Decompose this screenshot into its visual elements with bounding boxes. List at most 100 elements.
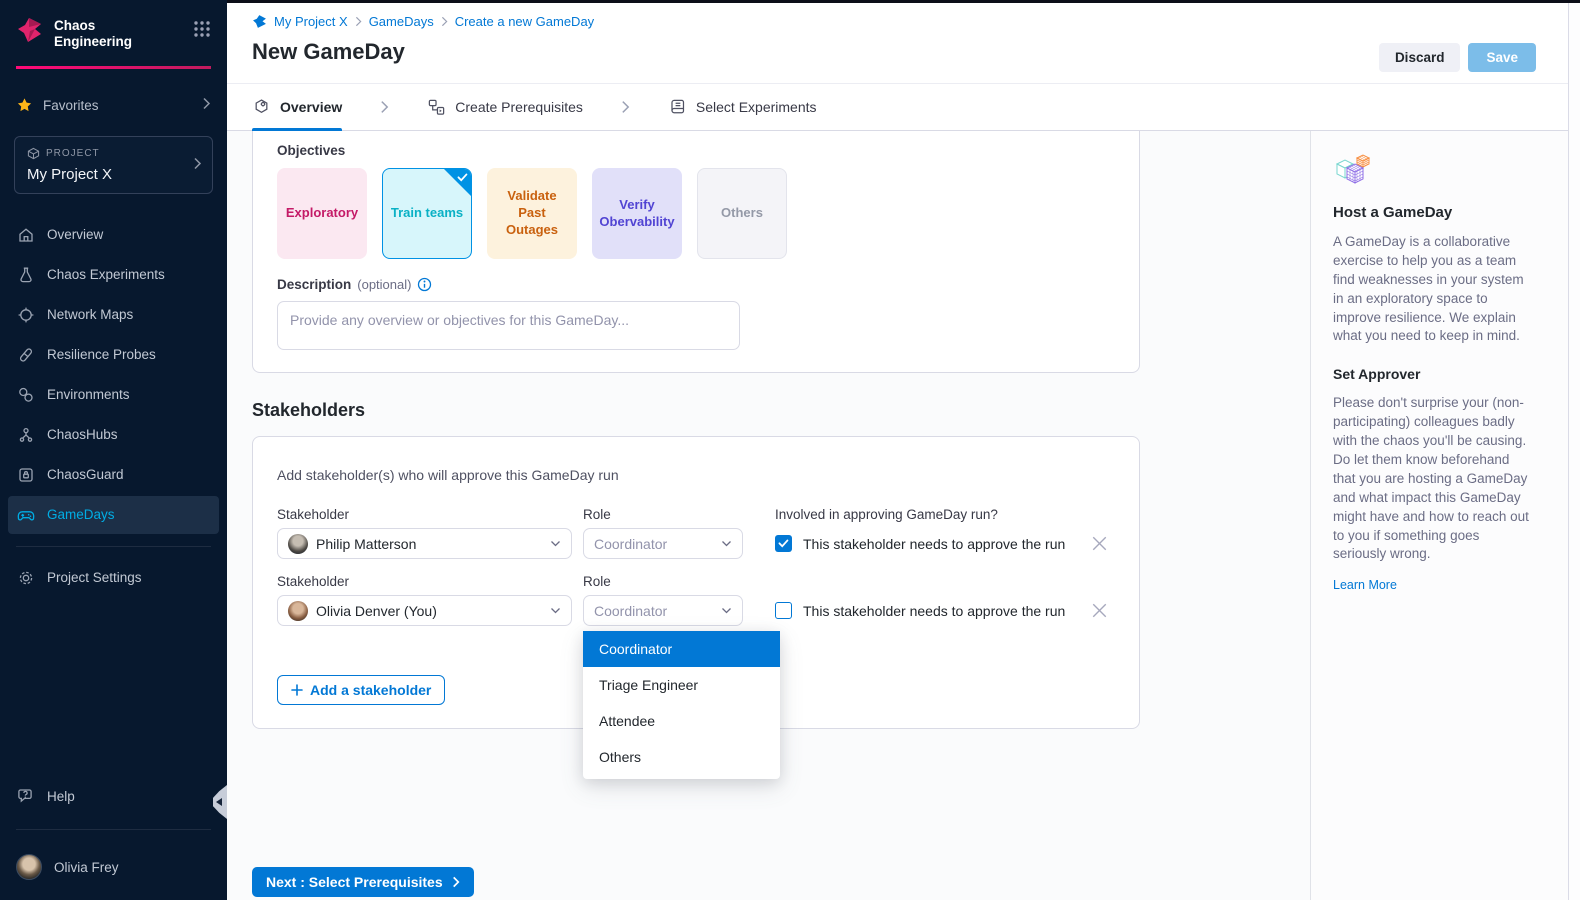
sidebar-item-gamedays[interactable]: GameDays <box>8 496 219 534</box>
help-panel: Host a GameDay A GameDay is a collaborat… <box>1310 131 1568 900</box>
sidebar-item-chaos-experiments[interactable]: Chaos Experiments <box>8 256 219 294</box>
sidebar: Chaos Engineering Favorites <box>0 0 227 900</box>
gamepad-icon <box>17 506 35 524</box>
role-dropdown-menu: Coordinator Triage Engineer Attendee Oth… <box>583 631 780 779</box>
objective-card-validate-past-outages[interactable]: Validate Past Outages <box>487 168 577 259</box>
approve-label-1: This stakeholder needs to approve the ru… <box>803 536 1065 552</box>
discard-button[interactable]: Discard <box>1379 43 1461 72</box>
save-button[interactable]: Save <box>1468 43 1536 72</box>
objective-card-exploratory[interactable]: Exploratory <box>277 168 367 259</box>
avatar <box>288 534 308 554</box>
avatar <box>288 601 308 621</box>
help-paragraph-1: A GameDay is a collaborative exercise to… <box>1333 233 1534 346</box>
next-select-prerequisites-button[interactable]: Next : Select Prerequisites <box>252 867 474 897</box>
breadcrumb-create[interactable]: Create a new GameDay <box>455 14 594 29</box>
chevron-down-icon <box>721 540 732 548</box>
description-input[interactable] <box>277 301 740 350</box>
check-icon <box>778 539 789 548</box>
overview-panel: Objectives Exploratory Train teams Valid… <box>252 131 1140 373</box>
environments-icon <box>17 386 35 404</box>
sidebar-item-project-settings[interactable]: Project Settings <box>8 559 219 597</box>
main-area: My Project X GameDays Create a new GameD… <box>227 0 1580 900</box>
sidebar-spacer <box>0 599 227 775</box>
chevron-right-icon <box>441 16 448 27</box>
chevron-right-icon <box>380 100 389 114</box>
objective-card-train-teams[interactable]: Train teams <box>382 168 472 259</box>
add-stakeholder-button[interactable]: Add a stakeholder <box>277 675 445 705</box>
project-selector[interactable]: PROJECT My Project X <box>14 136 213 194</box>
user-name: Olivia Frey <box>54 860 119 875</box>
remove-stakeholder-icon[interactable] <box>1092 603 1107 618</box>
col-role: Role <box>583 574 775 589</box>
sidebar-item-network-maps[interactable]: Network Maps <box>8 296 219 334</box>
objectives-label: Objectives <box>277 143 1115 158</box>
home-icon <box>17 226 35 244</box>
header-actions: Discard Save <box>1379 43 1536 72</box>
objective-cards: Exploratory Train teams Validate Past Ou… <box>277 168 1115 259</box>
breadcrumb-project[interactable]: My Project X <box>274 14 348 29</box>
approve-checkbox-2[interactable] <box>775 602 792 619</box>
check-icon <box>457 173 468 182</box>
col-role: Role <box>583 507 775 522</box>
lock-icon <box>17 466 35 484</box>
hub-icon <box>17 426 35 444</box>
role-option-attendee[interactable]: Attendee <box>583 703 780 739</box>
page-header: My Project X GameDays Create a new GameD… <box>227 3 1580 84</box>
tab-select-experiments[interactable]: Select Experiments <box>668 84 817 130</box>
stakeholder-select-1[interactable]: Philip Matterson <box>277 528 572 559</box>
objective-card-others[interactable]: Others <box>697 168 787 259</box>
user-menu[interactable]: Olivia Frey <box>0 842 227 900</box>
role-option-triage-engineer[interactable]: Triage Engineer <box>583 667 780 703</box>
cube-icon <box>27 147 40 160</box>
tab-overview[interactable]: Overview <box>252 84 342 130</box>
stakeholder-select-2[interactable]: Olivia Denver (You) <box>277 595 572 626</box>
stakeholders-intro: Add stakeholder(s) who will approve this… <box>277 467 1115 483</box>
project-label: PROJECT <box>46 148 100 159</box>
breadcrumb-gamedays[interactable]: GameDays <box>369 14 434 29</box>
objective-card-verify-observability[interactable]: Verify Obervability <box>592 168 682 259</box>
favorites-label: Favorites <box>43 98 99 113</box>
sidebar-nav: Overview Chaos Experiments Network Maps … <box>0 214 227 599</box>
sidebar-item-chaoshubs[interactable]: ChaosHubs <box>8 416 219 454</box>
favorites-row[interactable]: Favorites <box>0 97 227 114</box>
star-icon <box>16 97 33 114</box>
app-root: Chaos Engineering Favorites <box>0 0 1580 900</box>
plus-icon <box>291 684 303 696</box>
stakeholders-panel: Add stakeholder(s) who will approve this… <box>252 436 1140 729</box>
learn-more-link[interactable]: Learn More <box>1333 578 1397 592</box>
role-select-2[interactable]: Coordinator <box>583 595 743 626</box>
approve-label-2: This stakeholder needs to approve the ru… <box>803 603 1065 619</box>
scrollbar[interactable] <box>1568 3 1580 900</box>
app-grid-icon[interactable] <box>193 16 211 41</box>
network-icon <box>17 306 35 324</box>
approve-checkbox-1[interactable] <box>775 535 792 552</box>
sidebar-item-help[interactable]: Help <box>8 777 219 815</box>
tab-create-prerequisites[interactable]: Create Prerequisites <box>427 84 583 130</box>
notebook-icon <box>668 98 687 117</box>
divider <box>16 829 211 830</box>
chevron-left-icon <box>216 798 222 806</box>
cubes-illustration-icon <box>1333 153 1373 187</box>
role-option-others[interactable]: Others <box>583 739 780 775</box>
chevron-right-icon <box>193 157 202 173</box>
sidebar-item-environments[interactable]: Environments <box>8 376 219 414</box>
sidebar-item-chaosguard[interactable]: ChaosGuard <box>8 456 219 494</box>
sidebar-item-overview[interactable]: Overview <box>8 216 219 254</box>
col-stakeholder: Stakeholder <box>277 507 583 522</box>
chevron-down-icon <box>550 540 561 548</box>
info-icon[interactable] <box>417 277 432 292</box>
role-select-1[interactable]: Coordinator <box>583 528 743 559</box>
remove-stakeholder-icon[interactable] <box>1092 536 1107 551</box>
stakeholders-title: Stakeholders <box>252 400 1310 421</box>
sidebar-item-resilience-probes[interactable]: Resilience Probes <box>8 336 219 374</box>
description-label-row: Description (optional) <box>277 277 1115 292</box>
breadcrumb: My Project X GameDays Create a new GameD… <box>252 14 1520 29</box>
gear-icon <box>17 569 35 587</box>
role-option-coordinator[interactable]: Coordinator <box>583 631 780 667</box>
chevron-right-icon <box>355 16 362 27</box>
project-name: My Project X <box>27 166 200 183</box>
chevron-down-icon <box>550 607 561 615</box>
chaos-logo-icon <box>16 16 44 44</box>
col-involved: Involved in approving GameDay run? <box>775 507 998 522</box>
probe-icon <box>17 346 35 364</box>
